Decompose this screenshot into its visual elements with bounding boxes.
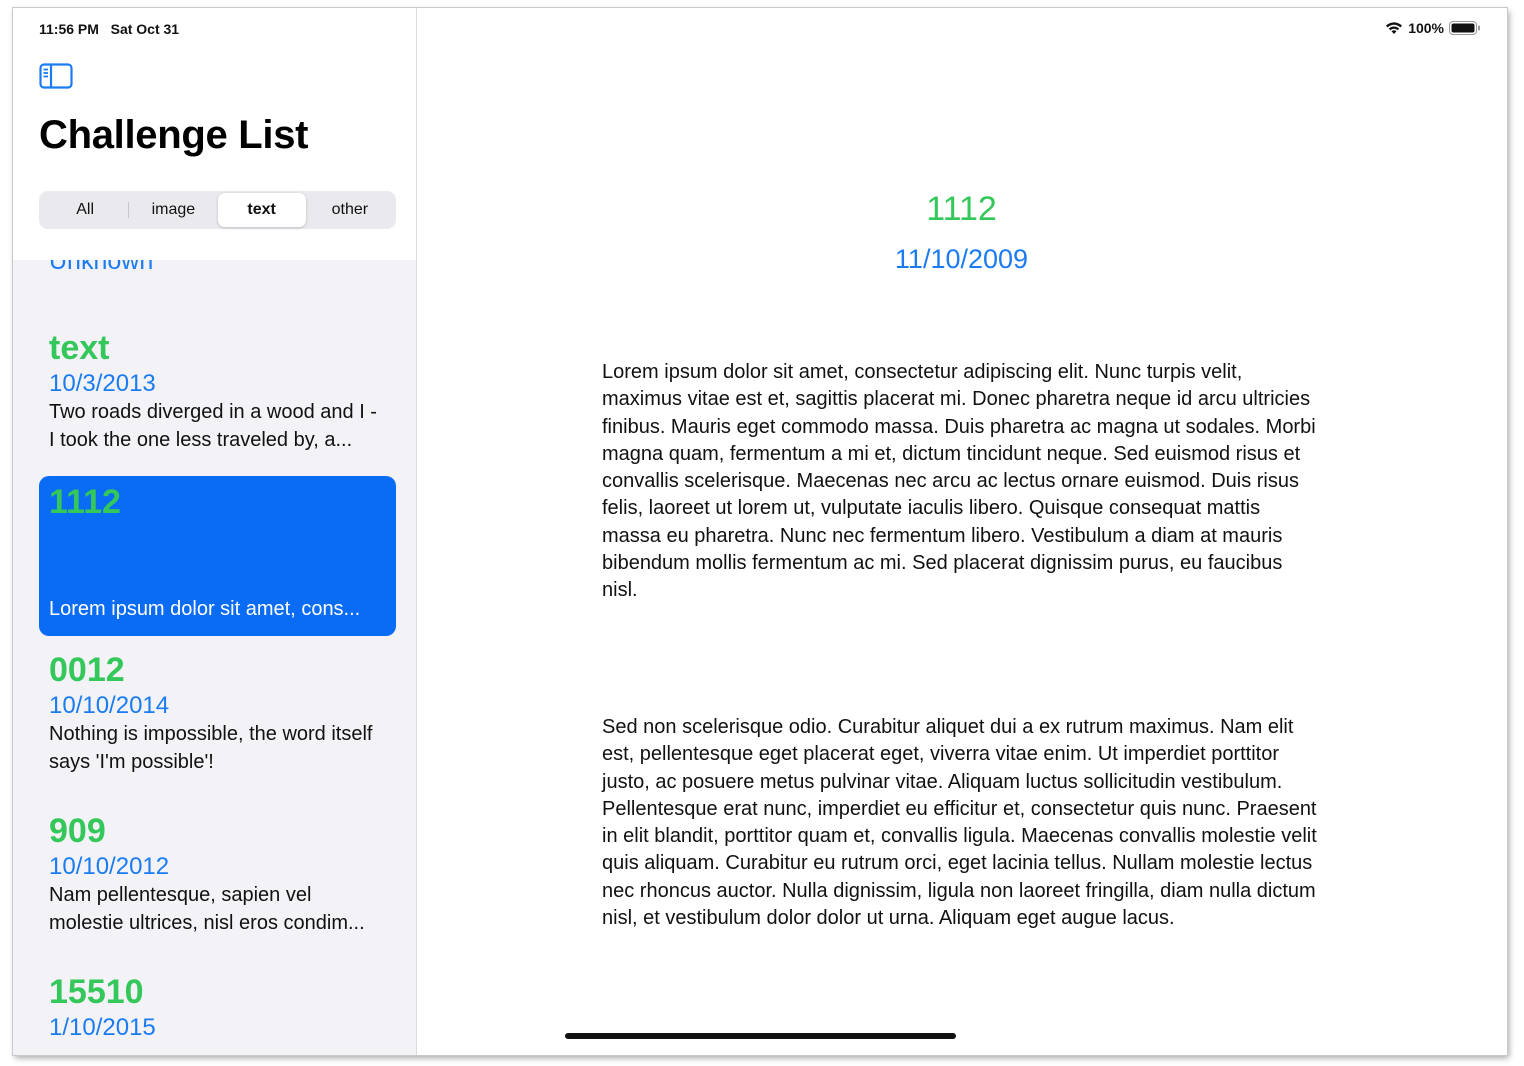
status-time: 11:56 PM xyxy=(39,21,99,37)
list-item[interactable]: 15510 1/10/2015 xyxy=(39,966,396,1042)
item-preview: Nam pellentesque, sapien vel molestie ul… xyxy=(49,884,365,934)
status-right: 100% xyxy=(1385,20,1481,36)
item-preview: Lorem ipsum dolor sit amet, cons... xyxy=(49,598,361,620)
battery-percent: 100% xyxy=(1408,20,1444,36)
list-item-selected[interactable]: 1112 Lorem ipsum dolor sit amet, cons... xyxy=(39,476,396,636)
item-date: 10/10/2012 xyxy=(49,853,170,880)
list-item[interactable]: 0012 10/10/2014 Nothing is impossible, t… xyxy=(39,644,396,776)
category-segmented-control: All image text other xyxy=(39,191,396,229)
segment-other[interactable]: other xyxy=(306,193,394,227)
wifi-icon xyxy=(1386,22,1403,34)
status-date: Sat Oct 31 xyxy=(110,21,180,37)
item-title: 0012 xyxy=(49,651,125,689)
segment-text[interactable]: text xyxy=(217,193,306,227)
battery-icon xyxy=(1449,21,1480,35)
list-item-partial-date: Unknown xyxy=(49,260,154,275)
list-item[interactable]: 909 10/10/2012 Nam pellentesque, sapien … xyxy=(39,805,396,937)
list-item[interactable]: text 10/3/2013 Two roads diverged in a w… xyxy=(39,322,396,454)
sidebar: Challenge List All image text other Unkn… xyxy=(13,8,417,1055)
status-time-date: 11:56 PM Sat Oct 31 xyxy=(39,21,179,37)
detail-paragraph-1: Lorem ipsum dolor sit amet, consectetur … xyxy=(602,361,1316,602)
segment-image[interactable]: image xyxy=(129,193,217,227)
item-title: 15510 xyxy=(49,973,144,1011)
detail-date: 11/10/2009 xyxy=(894,244,1029,274)
segment-all[interactable]: All xyxy=(41,193,130,227)
ipad-screen: 11:56 PM Sat Oct 31 100% Challenge List … xyxy=(13,8,1507,1055)
item-title: 1112 xyxy=(49,483,121,521)
item-date: 1/10/2015 xyxy=(49,1014,156,1041)
detail-number: 1112 xyxy=(926,190,997,228)
item-title: text xyxy=(49,329,110,367)
page-title: Challenge List xyxy=(39,113,309,157)
item-preview: Two roads diverged in a wood and I - I t… xyxy=(49,401,377,451)
item-date: 10/3/2013 xyxy=(49,370,156,397)
status-bar: 11:56 PM Sat Oct 31 100% xyxy=(13,8,1507,48)
item-preview: Nothing is impossible, the word itself s… xyxy=(49,723,373,773)
detail-paragraph-2: Sed non scelerisque odio. Curabitur aliq… xyxy=(602,716,1317,930)
item-date: 10/10/2014 xyxy=(49,692,170,719)
sidebar-toggle-icon[interactable] xyxy=(39,63,73,89)
home-indicator[interactable] xyxy=(565,1033,956,1039)
item-title: 909 xyxy=(49,812,106,850)
challenge-list[interactable]: Unknown text 10/3/2013 Two roads diverge… xyxy=(13,260,416,1055)
